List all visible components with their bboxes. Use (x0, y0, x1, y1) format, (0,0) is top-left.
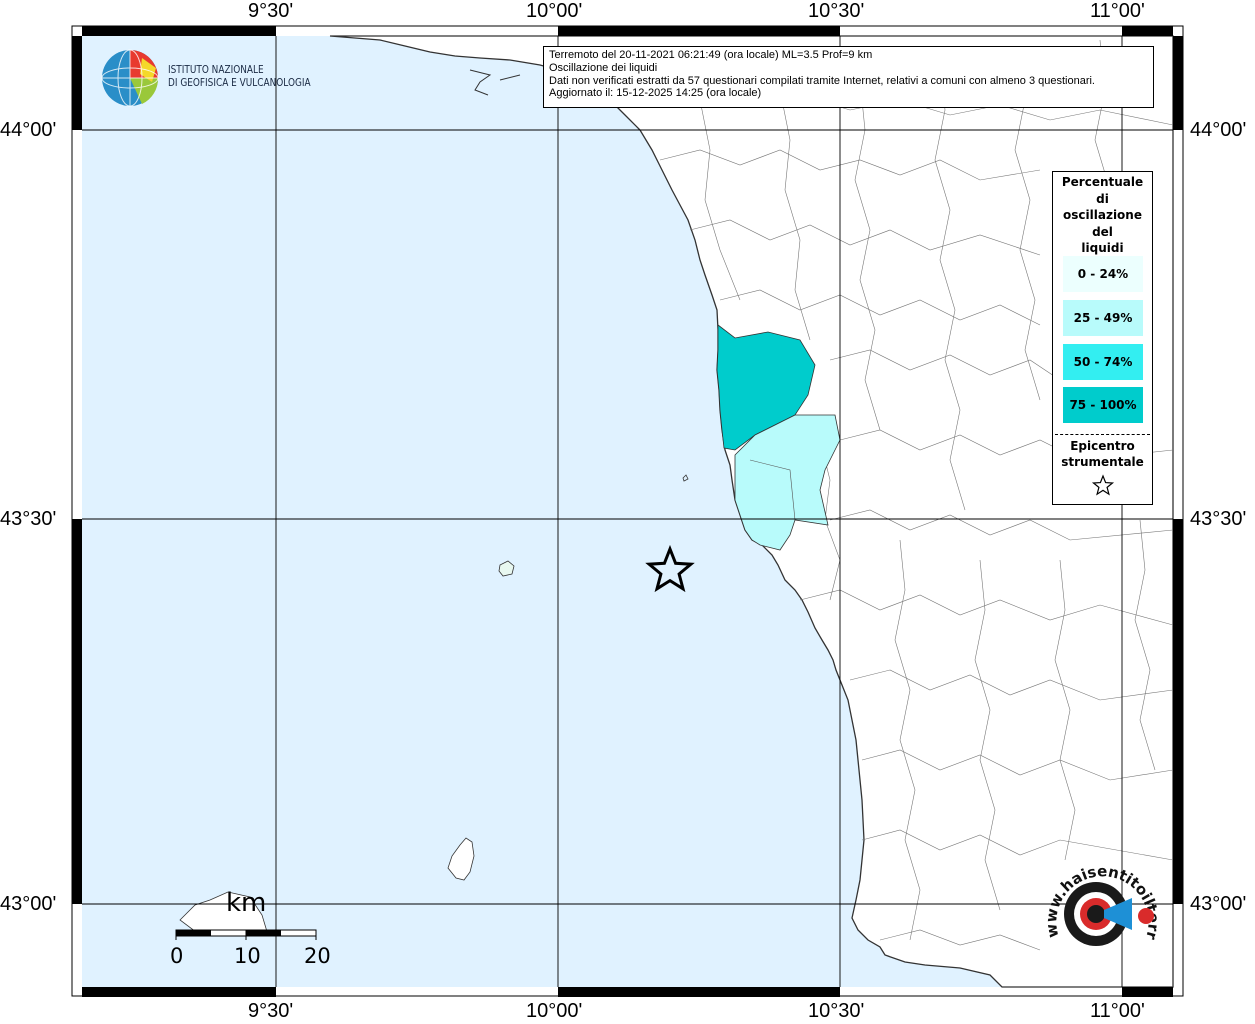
legend-title-line: di (1096, 191, 1109, 206)
legend-title-line: Percentuale (1061, 175, 1144, 189)
institute-line-2: DI GEOFISICA E VULCANOLOGIA (168, 77, 311, 89)
legend-title-line: oscillazione (1063, 208, 1142, 222)
lat-tick-left-2: 43°30' (0, 508, 57, 530)
legend-class-25-49: 25 - 49% (1063, 300, 1143, 336)
scale-label-20: 20 (304, 944, 331, 968)
legend-title: Percentuale di oscillazione del liquidi (1053, 174, 1152, 257)
scale-label-10: 10 (234, 944, 261, 968)
event-info-line-4: Aggiornato il: 15-12-2025 14:25 (ora loc… (549, 87, 762, 100)
institute-line-1: ISTITUTO NAZIONALE (168, 64, 264, 76)
lat-tick-right-3: 43°00' (1190, 893, 1247, 915)
lat-tick-left-3: 43°00' (0, 893, 57, 915)
legend-star-icon (1053, 474, 1152, 499)
lon-tick-top-2: 10°00' (526, 0, 583, 22)
scale-bar (175, 929, 317, 940)
lon-tick-bottom-4: 11°00' (1090, 1000, 1145, 1022)
lon-tick-bottom-1: 9°30' (248, 1000, 294, 1022)
legend-class-75-100: 75 - 100% (1063, 387, 1143, 423)
legend-class-50-74: 50 - 74% (1063, 344, 1143, 380)
event-info-line-2: Oscillazione dei liquidi (549, 61, 658, 74)
legend-epicenter-line: Epicentro (1070, 439, 1135, 453)
lon-tick-bottom-2: 10°00' (526, 1000, 583, 1022)
legend-epicenter-line: strumentale (1061, 455, 1144, 469)
lat-tick-right-1: 44°00' (1190, 119, 1247, 141)
lon-tick-top-3: 10°30' (808, 0, 865, 22)
legend-divider (1055, 434, 1150, 435)
scale-label-0: 0 (170, 944, 184, 968)
legend-class-0-24: 0 - 24% (1063, 256, 1143, 292)
event-info-line-3: Dati non verificati estratti da 57 quest… (549, 74, 1095, 87)
legend-title-line: liquidi (1081, 241, 1124, 255)
legend-epicenter-label: Epicentro strumentale (1053, 438, 1152, 470)
lat-tick-right-2: 43°30' (1190, 508, 1247, 530)
legend-title-line: del (1092, 224, 1113, 239)
ingv-globe-logo (101, 49, 159, 107)
legend: Percentuale di oscillazione del liquidi … (1052, 171, 1153, 505)
lon-tick-top-4: 11°00' (1090, 0, 1145, 22)
lon-tick-bottom-3: 10°30' (808, 1000, 865, 1022)
scale-unit: km (226, 888, 267, 918)
event-info-line-1: Terremoto del 20-11-2021 06:21:49 (ora l… (549, 49, 873, 61)
lat-tick-left-1: 44°00' (0, 119, 57, 141)
event-info-box: Terremoto del 20-11-2021 06:21:49 (ora l… (543, 46, 1154, 108)
lon-tick-top-1: 9°30' (248, 0, 294, 22)
institute-name: ISTITUTO NAZIONALE DI GEOFISICA E VULCAN… (168, 64, 311, 90)
haisentito-logo[interactable]: www.haisentitoilterremoto.it (1040, 860, 1165, 975)
